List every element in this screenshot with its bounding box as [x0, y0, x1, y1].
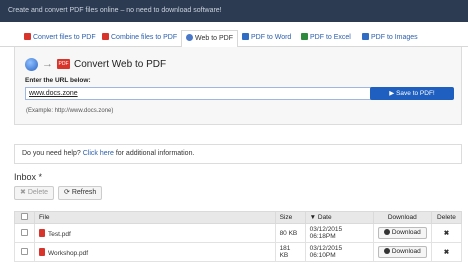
select-all-header[interactable]: [13, 211, 36, 224]
download-label: Download: [391, 248, 421, 255]
download-cell: Download: [372, 223, 432, 243]
col-file[interactable]: File: [34, 211, 276, 224]
row-checkbox[interactable]: [21, 228, 29, 236]
delete-button[interactable]: ✖ Delete: [14, 186, 55, 200]
row-select: [13, 242, 36, 262]
arrow-right-icon: →: [42, 58, 53, 70]
delete-row-icon[interactable]: ✖: [430, 223, 463, 243]
delete-row-icon[interactable]: ✖: [430, 242, 463, 262]
inbox-table: File Size ▼ Date Download Delete Test.pd…: [13, 211, 463, 262]
refresh-label: Refresh: [71, 189, 97, 196]
tab-pdf-to-excel[interactable]: PDF to Excel: [301, 30, 351, 47]
tab-convert-files[interactable]: Convert files to PDF: [24, 30, 96, 47]
file-cell: Workshop.pdf: [34, 242, 276, 262]
file-cell: Test.pdf: [34, 223, 276, 243]
tab-label: PDF to Word: [251, 34, 292, 41]
size-cell: 80 KB: [274, 223, 306, 243]
url-value: www.docs.zone: [29, 90, 78, 97]
url-label: Enter the URL below:: [25, 77, 91, 84]
image-icon: [362, 33, 369, 40]
help-text-suffix: for additional information.: [115, 150, 195, 157]
save-to-pdf-button[interactable]: ▶ Save to PDF!: [370, 87, 454, 100]
tab-label: PDF to Excel: [310, 34, 351, 41]
tab-label: PDF to Images: [371, 34, 418, 41]
pdf-icon: [102, 33, 109, 40]
refresh-icon: ⟳: [64, 189, 72, 196]
table-header: File Size ▼ Date Download Delete: [13, 211, 463, 224]
save-label: Save to PDF!: [396, 90, 435, 97]
tab-web-to-pdf[interactable]: Web to PDF: [181, 30, 238, 48]
pdf-icon: [24, 33, 31, 40]
row-select: [13, 223, 36, 243]
tab-label: Combine files to PDF: [111, 34, 178, 41]
url-input[interactable]: www.docs.zone: [25, 87, 377, 100]
help-link[interactable]: Click here: [83, 150, 114, 157]
col-delete: Delete: [430, 211, 463, 224]
close-icon: ✖: [20, 189, 28, 196]
inbox-title: Inbox *: [14, 172, 43, 182]
web-to-pdf-panel: → PDF Convert Web to PDF Enter the URL b…: [14, 47, 462, 125]
tab-pdf-to-word[interactable]: PDF to Word: [242, 30, 291, 47]
tagline: Create and convert PDF files online – no…: [8, 7, 222, 14]
size-cell: 181 KB: [274, 242, 306, 262]
refresh-button[interactable]: ⟳ Refresh: [58, 186, 103, 200]
word-icon: [242, 33, 249, 40]
download-button[interactable]: Download: [377, 246, 427, 258]
select-all-checkbox[interactable]: [21, 213, 29, 220]
download-button[interactable]: Download: [377, 227, 427, 239]
url-example: (Example: http://www.docs.zone): [26, 108, 114, 114]
tab-label: Web to PDF: [195, 35, 233, 42]
sort-down-icon: ▼: [309, 214, 318, 221]
download-icon: [383, 229, 390, 235]
tab-bar: Convert files to PDF Combine files to PD…: [0, 30, 468, 48]
globe-icon: [25, 57, 38, 71]
table-row: Test.pdf 80 KB 03/12/2015 06:18PM Downlo…: [13, 223, 463, 243]
pdf-icon: PDF: [57, 59, 70, 69]
tab-combine-files[interactable]: Combine files to PDF: [102, 30, 177, 47]
help-box: Do you need help? Click here for additio…: [14, 144, 462, 164]
file-name: Workshop.pdf: [48, 249, 89, 257]
panel-title: → PDF Convert Web to PDF: [25, 57, 166, 71]
table-row: Workshop.pdf 181 KB 03/12/2015 06:10PM D…: [13, 242, 463, 262]
date-cell: 03/12/2015 06:18PM: [304, 223, 374, 243]
pdf-file-icon: [39, 247, 46, 256]
delete-label: Delete: [27, 189, 49, 196]
globe-icon: [186, 34, 193, 41]
date-cell: 03/12/2015 06:10PM: [304, 242, 374, 262]
tab-pdf-to-images[interactable]: PDF to Images: [362, 30, 418, 47]
panel-title-text: Convert Web to PDF: [74, 58, 167, 70]
download-icon: [383, 248, 390, 254]
file-name: Test.pdf: [48, 230, 71, 238]
download-cell: Download: [372, 242, 432, 262]
col-size[interactable]: Size: [274, 211, 306, 224]
top-banner: Create and convert PDF files online – no…: [0, 0, 468, 22]
download-label: Download: [391, 229, 421, 236]
col-date-label: Date: [317, 214, 332, 221]
col-date[interactable]: ▼ Date: [304, 211, 374, 224]
excel-icon: [301, 33, 308, 40]
col-download: Download: [372, 211, 432, 224]
pdf-file-icon: [39, 228, 46, 237]
row-checkbox[interactable]: [21, 247, 29, 255]
help-text: Do you need help?: [22, 150, 81, 157]
tab-label: Convert files to PDF: [33, 34, 96, 41]
